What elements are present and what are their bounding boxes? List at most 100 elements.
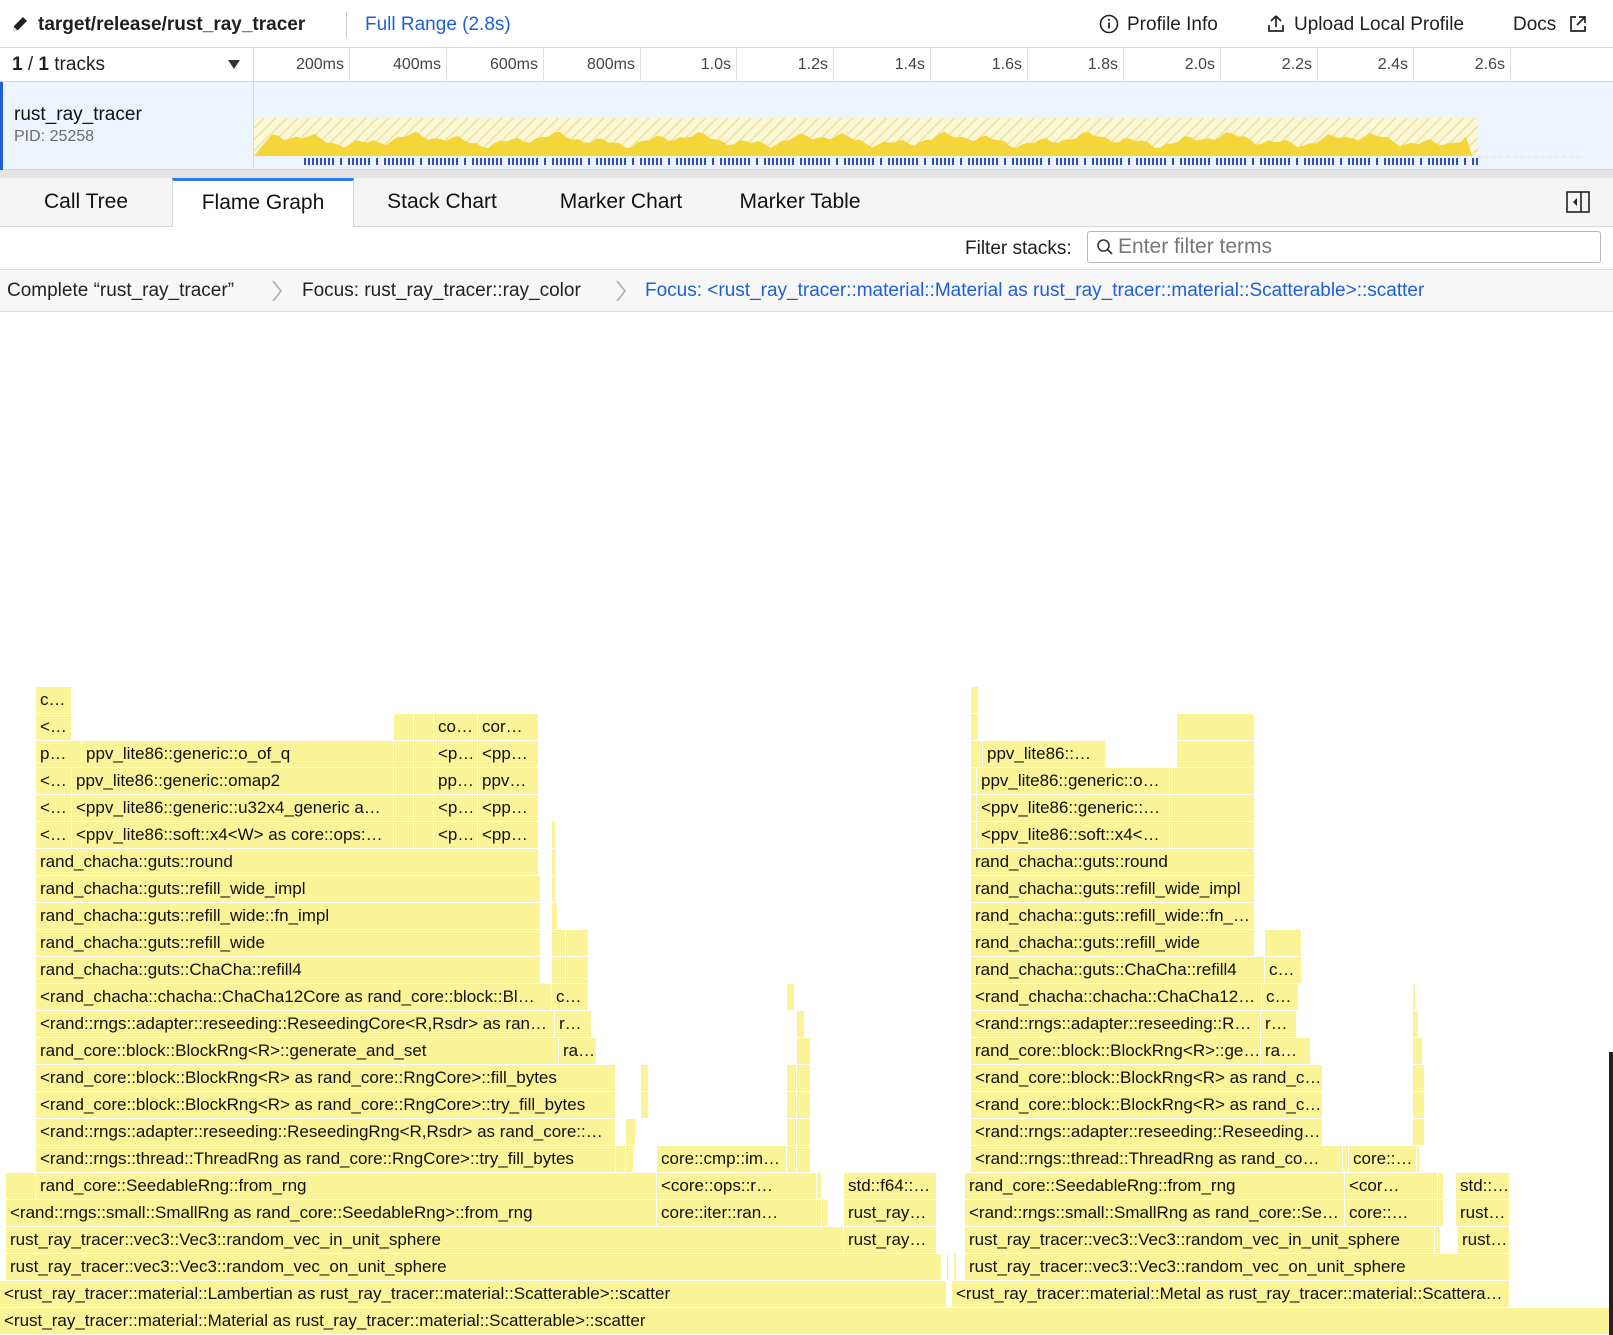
- flame-frame[interactable]: rust_ray_tracer::vec3::Vec3::random_vec_…: [6, 1254, 942, 1280]
- track-activity-graph[interactable]: [253, 82, 1584, 170]
- flame-frame[interactable]: [1417, 1146, 1420, 1172]
- flame-frame[interactable]: core::iter::ran…: [657, 1200, 822, 1226]
- flame-frame[interactable]: <rand::rngs::small::SmallRng as rand_cor…: [6, 1200, 657, 1226]
- flame-frame[interactable]: [787, 1092, 797, 1118]
- flame-frame[interactable]: [566, 930, 589, 956]
- flame-frame[interactable]: rand_core::block::BlockRng<R>::generate_…: [36, 1038, 559, 1064]
- dropdown-arrow-icon[interactable]: [228, 60, 240, 69]
- flame-frame[interactable]: [787, 984, 795, 1010]
- flame-frame[interactable]: rand_chacha::guts::round: [971, 849, 1255, 875]
- flame-frame[interactable]: [626, 1119, 636, 1145]
- flame-frame[interactable]: co…: [434, 714, 478, 740]
- flame-frame[interactable]: <rand_chacha::chacha::ChaCha12…: [971, 984, 1262, 1010]
- flame-frame[interactable]: <p…: [434, 795, 478, 821]
- flame-frame[interactable]: <ppv_lite86::generic::…: [977, 795, 1170, 821]
- flame-frame[interactable]: core::cmp::im…: [657, 1146, 787, 1172]
- flame-frame[interactable]: rust_ray…: [844, 1227, 937, 1253]
- flame-frame[interactable]: [414, 741, 434, 767]
- flame-frame[interactable]: rand_chacha::guts::refill_wide::fn_impl: [36, 903, 541, 929]
- flame-frame[interactable]: [414, 795, 434, 821]
- flame-frame[interactable]: [394, 741, 414, 767]
- profile-info-button[interactable]: Profile Info: [1099, 14, 1227, 36]
- flame-frame[interactable]: ra…: [559, 1038, 597, 1064]
- flame-frame[interactable]: ppv…: [478, 768, 539, 794]
- flame-frame[interactable]: [1413, 1065, 1425, 1091]
- flame-frame[interactable]: [1170, 768, 1255, 794]
- flame-frame[interactable]: [1265, 930, 1302, 956]
- flame-frame[interactable]: [817, 1173, 822, 1199]
- flame-frame[interactable]: [1413, 1011, 1419, 1037]
- flame-frame[interactable]: ppv_lite86::generic::o…: [977, 768, 1170, 794]
- flame-frame[interactable]: c…: [1262, 984, 1299, 1010]
- flame-frame[interactable]: rand_core::SeedableRng::from_rng: [965, 1173, 1345, 1199]
- flame-frame[interactable]: <pp…: [478, 741, 539, 767]
- docs-button[interactable]: Docs: [1513, 14, 1593, 36]
- breadcrumb-focus-ray-color[interactable]: Focus: rust_ray_tracer::ray_color: [302, 280, 581, 302]
- profile-path[interactable]: target/release/rust_ray_tracer: [38, 14, 305, 36]
- flame-frame[interactable]: <p…: [434, 822, 478, 848]
- flame-frame[interactable]: cor…: [478, 714, 539, 740]
- flame-frame[interactable]: rand_chacha::guts::refill_wide_impl: [36, 876, 541, 902]
- flame-frame[interactable]: c…: [552, 984, 589, 1010]
- flame-frame[interactable]: [552, 957, 566, 983]
- flame-frame[interactable]: [641, 1065, 649, 1091]
- flame-frame[interactable]: [1170, 795, 1255, 821]
- flame-frame[interactable]: [552, 876, 556, 902]
- flame-frame[interactable]: [1170, 822, 1255, 848]
- flame-frame[interactable]: [954, 1254, 957, 1280]
- flame-frame[interactable]: rust_ray_tracer::vec3::Vec3::random_vec_…: [965, 1227, 1435, 1253]
- flame-frame[interactable]: <pp…: [478, 795, 539, 821]
- flame-frame[interactable]: [394, 795, 414, 821]
- flame-frame[interactable]: c…: [1265, 957, 1302, 983]
- flame-frame[interactable]: [641, 1092, 649, 1118]
- flame-frame[interactable]: [414, 768, 434, 794]
- flame-frame[interactable]: ppv_lite86::…: [983, 741, 1106, 767]
- flame-frame[interactable]: <rand::rngs::adapter::reseeding::Reseedi…: [36, 1011, 555, 1037]
- flame-frame[interactable]: <rand_core::block::BlockRng<R> as rand_c…: [36, 1092, 616, 1118]
- flame-frame[interactable]: rust…: [1458, 1227, 1510, 1253]
- flame-frame[interactable]: rand_core::block::BlockRng<R>::ge…: [971, 1038, 1261, 1064]
- full-range-button[interactable]: Full Range (2.8s): [365, 14, 511, 36]
- flame-frame[interactable]: p…: [36, 741, 82, 767]
- flame-frame[interactable]: <…: [36, 822, 72, 848]
- flame-frame[interactable]: <cor…: [1345, 1173, 1438, 1199]
- flame-frame[interactable]: [787, 1146, 797, 1172]
- timeline-ruler[interactable]: 200ms 400ms 600ms 800ms 1.0s 1.2s 1.4s 1.6s 1.8s…: [253, 48, 1613, 82]
- pencil-icon[interactable]: [10, 14, 30, 34]
- flame-frame[interactable]: <ppv_lite86::soft::x4<W> as core::ops:…: [72, 822, 394, 848]
- tab-marker-chart[interactable]: Marker Chart: [530, 178, 712, 226]
- flame-frame[interactable]: [414, 822, 434, 848]
- flame-frame[interactable]: rust_ray…: [844, 1200, 937, 1226]
- flame-frame[interactable]: <rand::rngs::adapter::reseeding::Reseedi…: [971, 1119, 1323, 1145]
- flame-frame[interactable]: rand_core::SeedableRng::from_rng: [36, 1173, 657, 1199]
- flame-frame[interactable]: rand_chacha::guts::refill_wide::fn_…: [971, 903, 1255, 929]
- track-name[interactable]: rust_ray_tracer: [14, 104, 142, 126]
- flame-frame[interactable]: [797, 1065, 811, 1091]
- tab-flame-graph[interactable]: Flame Graph: [172, 178, 354, 227]
- flame-frame[interactable]: [1177, 741, 1255, 767]
- flame-frame[interactable]: std::…: [1456, 1173, 1510, 1199]
- flame-frame[interactable]: rand_chacha::guts::ChaCha::refill4: [971, 957, 1265, 983]
- flame-frame[interactable]: [1435, 1227, 1441, 1253]
- search-input[interactable]: [1118, 235, 1588, 259]
- flame-frame[interactable]: [1177, 714, 1255, 740]
- flame-frame[interactable]: [394, 822, 414, 848]
- flame-frame[interactable]: rust_ray_tracer::vec3::Vec3::random_vec_…: [6, 1227, 844, 1253]
- flame-frame[interactable]: [1413, 1119, 1425, 1145]
- flame-frame[interactable]: [1438, 1200, 1444, 1226]
- tab-stack-chart[interactable]: Stack Chart: [354, 178, 530, 226]
- upload-local-profile-button[interactable]: Upload Local Profile: [1266, 14, 1476, 36]
- flame-frame[interactable]: [616, 1146, 626, 1172]
- flame-frame[interactable]: [552, 822, 556, 848]
- flame-frame[interactable]: [787, 1065, 797, 1091]
- flame-frame[interactable]: [787, 1119, 797, 1145]
- flame-frame[interactable]: <rust_ray_tracer::material::Metal as rus…: [952, 1281, 1510, 1307]
- panel-splitter[interactable]: [0, 170, 1613, 178]
- flame-frame[interactable]: std::f64::…: [844, 1173, 937, 1199]
- flame-frame[interactable]: <p…: [434, 741, 478, 767]
- tab-marker-table[interactable]: Marker Table: [712, 178, 888, 226]
- flame-frame[interactable]: [797, 1038, 811, 1064]
- flame-frame[interactable]: [414, 714, 434, 740]
- filter-stacks-field[interactable]: [1087, 231, 1601, 263]
- flame-frame[interactable]: ppv_lite86::generic::omap2: [72, 768, 394, 794]
